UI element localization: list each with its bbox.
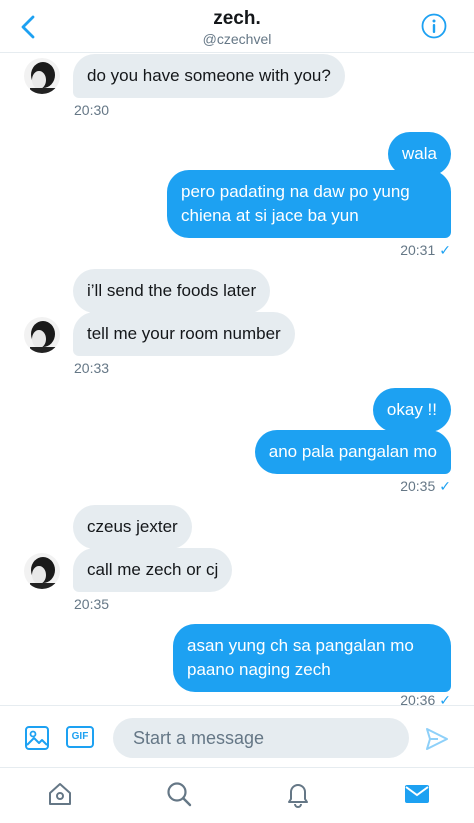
incoming-message[interactable]: call me zech or cj (73, 548, 233, 592)
info-icon[interactable] (421, 13, 447, 39)
incoming-message[interactable]: do you have someone with you? (73, 54, 345, 98)
avatar-image (24, 58, 60, 94)
avatar-image (24, 553, 60, 589)
message-timestamp: 20:35 (74, 596, 110, 612)
message-line: chiena at si jace ba yun (181, 206, 359, 225)
image-icon[interactable] (24, 725, 50, 751)
notifications-icon[interactable] (284, 780, 312, 808)
message-timestamp: 20:31 ✓ (400, 242, 451, 259)
incoming-message[interactable]: czeus jexter (73, 505, 192, 549)
send-icon[interactable] (424, 726, 450, 752)
read-check-icon: ✓ (439, 242, 451, 258)
avatar-image (24, 317, 60, 353)
conversation-handle: @czechvel (202, 31, 272, 47)
timestamp-text: 20:31 (400, 242, 436, 258)
message-line: pero padating na daw po yung (181, 182, 410, 201)
conversation-header: zech. @czechvel (0, 0, 474, 53)
gif-icon[interactable]: GIF (66, 726, 94, 748)
message-timestamp: 20:33 (74, 360, 110, 376)
outgoing-message[interactable]: okay !! (372, 388, 451, 432)
outgoing-message[interactable]: pero padating na daw po yung chiena at s… (167, 170, 451, 238)
incoming-message[interactable]: i’ll send the foods later (73, 269, 271, 313)
message-line: paano naging zech (187, 660, 331, 679)
incoming-message[interactable]: tell me your room number (73, 312, 295, 356)
message-composer: GIF Start a message (0, 705, 474, 768)
read-check-icon: ✓ (439, 478, 451, 494)
avatar[interactable] (24, 553, 60, 589)
tab-bar (0, 767, 474, 823)
message-input[interactable]: Start a message (113, 718, 409, 758)
avatar[interactable] (24, 58, 60, 94)
outgoing-message[interactable]: ano pala pangalan mo (254, 430, 451, 474)
message-line: asan yung ch sa pangalan mo (187, 636, 414, 655)
message-timestamp: 20:35 ✓ (400, 478, 451, 495)
avatar[interactable] (24, 317, 60, 353)
outgoing-message[interactable]: asan yung ch sa pangalan mo paano naging… (173, 624, 451, 692)
message-timestamp: 20:30 (74, 102, 110, 118)
messages-icon[interactable] (403, 780, 431, 808)
home-icon[interactable] (46, 780, 74, 808)
search-icon[interactable] (165, 780, 193, 808)
conversation-title[interactable]: zech. (0, 8, 474, 30)
timestamp-text: 20:35 (400, 478, 436, 494)
